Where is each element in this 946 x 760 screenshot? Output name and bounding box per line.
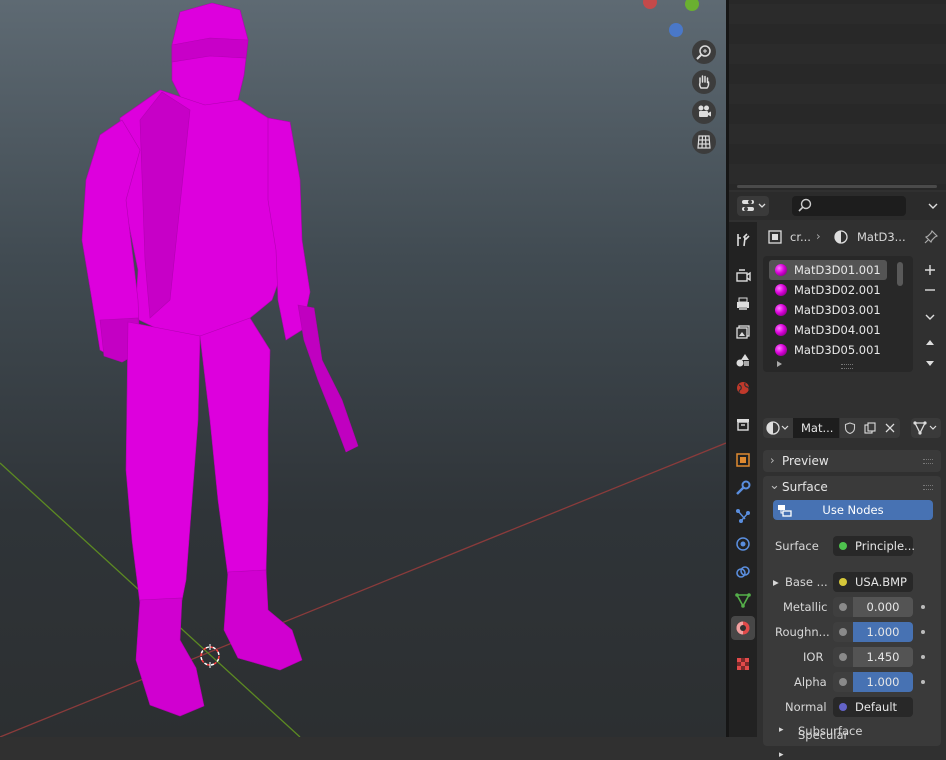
- outliner-scrollbar[interactable]: [737, 185, 937, 188]
- breadcrumb-object: cr...: [790, 230, 811, 244]
- particles-tab-icon[interactable]: [731, 504, 755, 528]
- scene-tab-icon[interactable]: [731, 348, 755, 372]
- modifier-tab-icon[interactable]: [731, 476, 755, 500]
- material-properties: cr... › MatD3... MatD3D01.001 MatD3D02.0…: [763, 222, 946, 760]
- object-icon: [767, 229, 783, 245]
- remove-slot-button[interactable]: [920, 281, 940, 299]
- 3d-cursor-icon: [200, 644, 220, 668]
- search-icon: [798, 198, 812, 212]
- surface-label: Surface: [782, 480, 828, 494]
- material-slot-list[interactable]: MatD3D01.001 MatD3D02.001 MatD3D03.001 M…: [763, 256, 913, 372]
- constraints-tab-icon[interactable]: [731, 560, 755, 584]
- breadcrumb-material: MatD3...: [857, 230, 906, 244]
- close-icon[interactable]: [880, 418, 900, 438]
- drag-handle-icon[interactable]: [923, 459, 933, 464]
- roughness-label: Roughn...: [775, 625, 830, 639]
- chevron-down-icon[interactable]: [925, 198, 941, 214]
- list-item[interactable]: MatD3D01.001: [769, 260, 887, 280]
- tool-tab-icon[interactable]: [731, 228, 755, 252]
- resize-grip-icon[interactable]: [841, 364, 853, 369]
- ior-slider[interactable]: 1.450: [853, 647, 913, 667]
- surface-panel-header[interactable]: ⌄ Surface: [763, 476, 941, 498]
- outliner-panel[interactable]: [729, 0, 946, 190]
- base-color-expand-icon[interactable]: ▸: [773, 575, 779, 589]
- grid-icon[interactable]: [692, 130, 716, 154]
- move-down-icon[interactable]: [920, 354, 940, 372]
- metallic-slider[interactable]: 0.000: [853, 597, 913, 617]
- ior-label: IOR: [803, 650, 824, 664]
- breadcrumb-separator-icon: ›: [816, 229, 821, 243]
- properties-header: [729, 192, 946, 220]
- chevron-down-icon: ⌄: [769, 478, 780, 493]
- alpha-label: Alpha: [794, 675, 827, 689]
- surface-panel: ⌄ Surface Use Nodes Surface Principle...…: [763, 476, 941, 746]
- view-layer-tab-icon[interactable]: [731, 320, 755, 344]
- roughness-slider[interactable]: 1.000: [853, 622, 913, 642]
- camera-icon[interactable]: [692, 100, 716, 124]
- viewport-scene: [0, 0, 726, 737]
- preview-label: Preview: [782, 454, 829, 468]
- object-tab-icon[interactable]: [731, 448, 755, 472]
- properties-editor: cr... › MatD3... MatD3D01.001 MatD3D02.0…: [729, 192, 946, 760]
- preview-panel-header[interactable]: › Preview: [763, 450, 941, 472]
- physics-tab-icon[interactable]: [731, 532, 755, 556]
- list-item[interactable]: MatD3D04.001: [769, 320, 887, 340]
- material-name-field[interactable]: Mat...: [793, 418, 839, 438]
- socket-icon[interactable]: [833, 647, 853, 667]
- base-color-field[interactable]: USA.BMP: [833, 572, 913, 592]
- navigation-gizmo: [643, 0, 699, 37]
- list-scrollbar[interactable]: [897, 262, 903, 286]
- keyframe-dot-icon[interactable]: [921, 605, 925, 609]
- expand-triangle-icon[interactable]: [777, 361, 782, 367]
- subsurface-expand-icon[interactable]: ▸: [779, 725, 784, 735]
- list-item[interactable]: MatD3D02.001: [769, 280, 887, 300]
- collection-tab-icon[interactable]: [731, 412, 755, 436]
- socket-icon[interactable]: [833, 672, 853, 692]
- hand-pan-icon[interactable]: [692, 70, 716, 94]
- chevron-right-icon: ›: [770, 453, 775, 467]
- 3d-viewport[interactable]: [0, 0, 726, 737]
- data-tab-icon[interactable]: [731, 588, 755, 612]
- list-item[interactable]: MatD3D03.001: [769, 300, 887, 320]
- socket-icon[interactable]: [833, 622, 853, 642]
- base-color-label: Base ...: [785, 575, 828, 589]
- texture-tab-icon[interactable]: [731, 652, 755, 676]
- output-tab-icon[interactable]: [731, 292, 755, 316]
- keyframe-dot-icon[interactable]: [921, 655, 925, 659]
- chevron-down-icon[interactable]: [920, 308, 940, 326]
- normal-field[interactable]: Default: [833, 697, 913, 717]
- list-item[interactable]: MatD3D05.001: [769, 340, 887, 360]
- editor-type-button[interactable]: [737, 196, 769, 216]
- keyframe-dot-icon[interactable]: [921, 680, 925, 684]
- metallic-label: Metallic: [783, 600, 828, 614]
- fake-user-shield-icon[interactable]: [840, 418, 860, 438]
- vector-socket-icon: [839, 703, 847, 711]
- shader-socket-icon: [839, 542, 847, 550]
- move-up-icon[interactable]: [920, 334, 940, 352]
- alpha-slider[interactable]: 1.000: [853, 672, 913, 692]
- link-data-button[interactable]: [911, 418, 941, 438]
- search-input[interactable]: [792, 196, 906, 216]
- specular-expand-icon[interactable]: ▸: [779, 750, 784, 760]
- surface-shader-label: Surface: [775, 539, 819, 553]
- use-nodes-button[interactable]: Use Nodes: [773, 500, 933, 520]
- socket-icon[interactable]: [833, 597, 853, 617]
- render-tab-icon[interactable]: [731, 264, 755, 288]
- zoom-icon[interactable]: [692, 40, 716, 64]
- x-axis-line: [0, 442, 726, 737]
- pin-icon[interactable]: [923, 229, 939, 245]
- browse-material-button[interactable]: [763, 418, 793, 438]
- color-socket-icon: [839, 578, 847, 586]
- material-tab-icon[interactable]: [731, 616, 755, 640]
- add-slot-button[interactable]: [920, 261, 940, 279]
- surface-shader-field[interactable]: Principle...: [833, 536, 915, 556]
- duplicate-icon[interactable]: [860, 418, 880, 438]
- world-tab-icon[interactable]: [731, 376, 755, 400]
- keyframe-dot-icon[interactable]: [921, 630, 925, 634]
- specular-label[interactable]: Specular: [798, 728, 848, 742]
- material-icon: [833, 229, 849, 245]
- normal-label: Normal: [785, 700, 827, 714]
- properties-tabs: [729, 222, 757, 737]
- drag-handle-icon[interactable]: [923, 485, 933, 490]
